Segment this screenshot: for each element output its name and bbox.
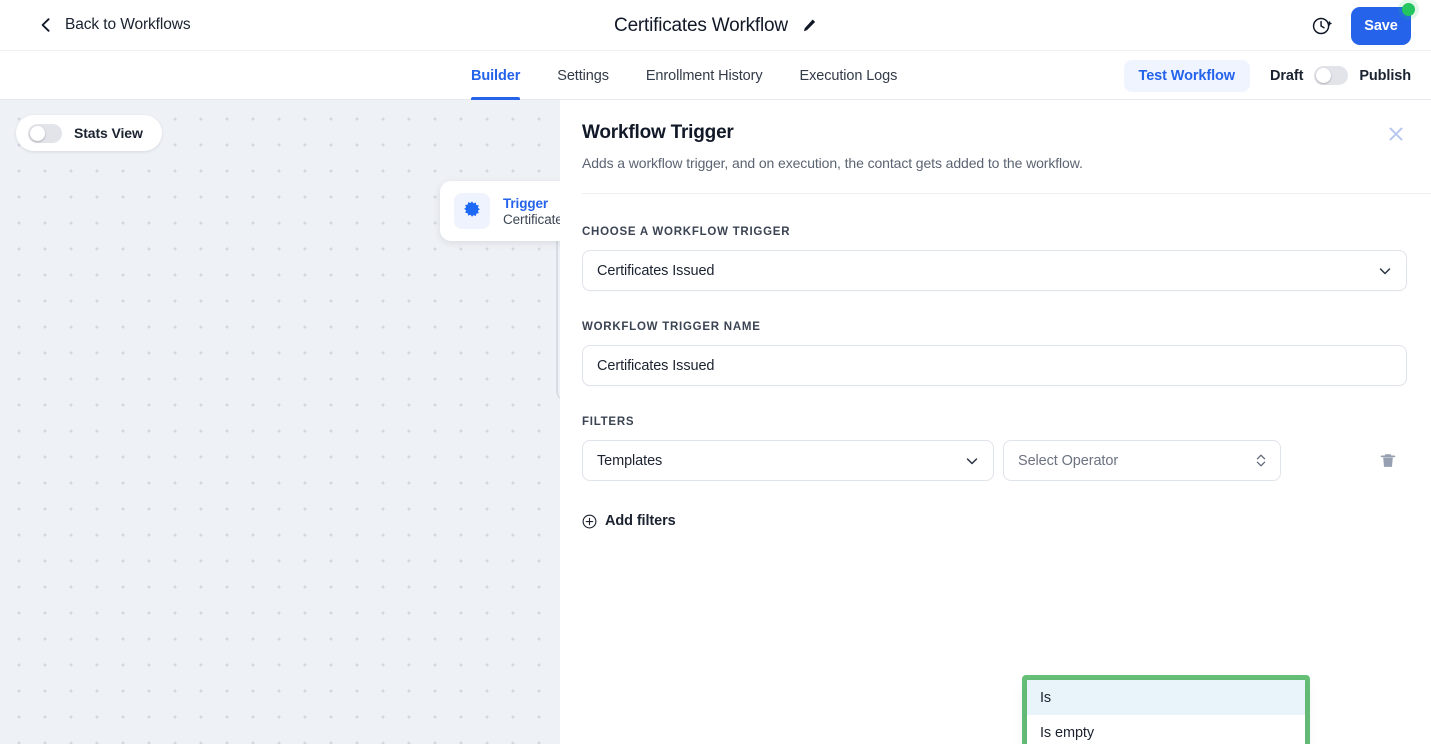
filter-row: Templates Select Operator [582, 440, 1407, 481]
chevron-down-icon [966, 457, 978, 464]
add-filters-label: Add filters [605, 513, 676, 529]
canvas-node-trigger[interactable]: Trigger Certificates [440, 181, 560, 241]
chevron-left-icon [41, 18, 50, 32]
trigger-node-subtitle: Certificates [503, 211, 560, 227]
filters-label: FILTERS [582, 416, 635, 428]
circle-plus-icon [582, 514, 597, 528]
filter-operator-placeholder: Select Operator [1018, 452, 1119, 469]
trash-icon[interactable] [1379, 452, 1397, 470]
choose-trigger-label: CHOOSE A WORKFLOW TRIGGER [582, 226, 791, 238]
pencil-icon[interactable] [802, 18, 817, 33]
panel-header: Workflow Trigger Adds a workflow trigger… [560, 100, 1431, 171]
workflow-title-group: Certificates Workflow [0, 0, 1431, 51]
trigger-name-input[interactable]: Certificates Issued [582, 345, 1407, 386]
app-root: Back to Workflows Certificates Workflow … [0, 0, 1431, 744]
stats-view-toggle[interactable] [28, 123, 62, 143]
trigger-icon-box [454, 193, 490, 229]
trigger-name-value: Certificates Issued [597, 357, 715, 374]
filter-field-value: Templates [597, 452, 663, 469]
panel-description: Adds a workflow trigger, and on executio… [582, 155, 1083, 171]
choose-trigger-select[interactable]: Certificates Issued [582, 250, 1407, 291]
stats-view-toggle-pill[interactable]: Stats View [16, 115, 162, 151]
tab-execution-logs[interactable]: Execution Logs [800, 51, 898, 100]
back-to-workflows-label: Back to Workflows [65, 16, 191, 33]
publish-label: Publish [1359, 67, 1411, 84]
operator-dropdown-menu[interactable]: Is Is empty Is not Is not empty [1027, 680, 1305, 744]
close-icon[interactable] [1386, 124, 1406, 144]
trigger-node-title: Trigger [503, 195, 549, 211]
tab-bar: Builder Settings Enrollment History Exec… [0, 51, 1431, 100]
tab-list: Builder Settings Enrollment History Exec… [471, 51, 934, 100]
tab-enrollment-history[interactable]: Enrollment History [646, 51, 763, 100]
save-button-wrap: Save [1351, 2, 1415, 45]
unsaved-changes-badge [1402, 2, 1415, 16]
operator-option-is-empty[interactable]: Is empty [1027, 715, 1305, 744]
filter-operator-select[interactable]: Select Operator [1003, 440, 1281, 481]
test-workflow-button[interactable]: Test Workflow [1123, 59, 1250, 92]
operator-option-is[interactable]: Is [1027, 680, 1305, 715]
add-filters-button[interactable]: Add filters [582, 513, 676, 529]
workflow-trigger-panel: Workflow Trigger Adds a workflow trigger… [560, 100, 1431, 744]
tab-settings[interactable]: Settings [557, 51, 609, 100]
operator-dropdown-highlight: Is Is empty Is not Is not empty [1022, 675, 1310, 744]
stats-view-label: Stats View [74, 125, 143, 141]
publish-toggle-group: Draft Publish [1270, 66, 1411, 85]
publish-toggle[interactable] [1314, 66, 1349, 85]
tab-builder[interactable]: Builder [471, 51, 521, 100]
chevron-down-icon [1379, 267, 1391, 274]
workflow-canvas[interactable]: Stats View Trigger Certificates [0, 100, 560, 744]
chevron-up-down-icon [1256, 454, 1266, 467]
tab-bar-actions: Test Workflow Draft Publish [1123, 51, 1411, 100]
panel-body: CHOOSE A WORKFLOW TRIGGER Certificates I… [582, 194, 1407, 744]
trigger-node-text: Trigger Certificates [503, 196, 560, 227]
trigger-name-label: WORKFLOW TRIGGER NAME [582, 321, 761, 333]
filter-field-select[interactable]: Templates [582, 440, 994, 481]
stats-view-toggle-knob [30, 125, 45, 141]
page-title: Certificates Workflow [614, 14, 788, 36]
publish-toggle-knob [1316, 68, 1332, 83]
draft-label: Draft [1269, 67, 1304, 84]
back-to-workflows-button[interactable]: Back to Workflows [38, 16, 191, 34]
top-bar-actions: Save [1311, 0, 1415, 51]
trigger-starburst-icon [464, 201, 480, 217]
top-bar: Back to Workflows Certificates Workflow … [0, 0, 1431, 51]
clock-history-icon[interactable] [1311, 15, 1333, 37]
panel-title: Workflow Trigger [582, 122, 734, 143]
choose-trigger-value: Certificates Issued [597, 262, 715, 279]
